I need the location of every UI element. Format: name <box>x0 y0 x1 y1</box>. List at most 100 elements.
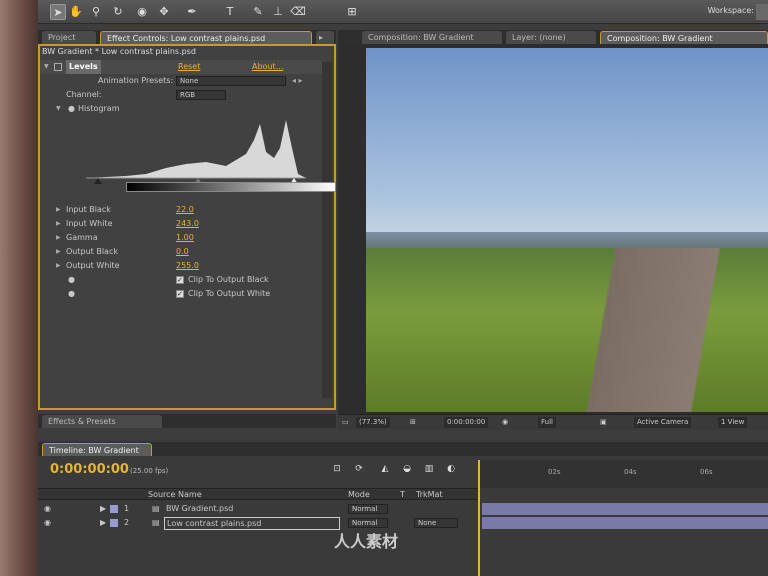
grid-icon[interactable]: ▭ <box>342 417 349 428</box>
pen-tool-icon[interactable]: ✒ <box>184 4 200 20</box>
col-t[interactable]: T <box>400 489 405 501</box>
fx-toggle[interactable] <box>54 63 62 71</box>
composition-tabs: Composition: BW Gradient Layer: (none) C… <box>338 30 768 44</box>
brush-tool-icon[interactable]: ✎ <box>250 4 266 20</box>
histogram-shape <box>86 120 306 178</box>
text-tool-icon[interactable]: T <box>222 4 238 20</box>
tab-layer[interactable]: Layer: (none) <box>506 31 596 44</box>
timeline-layer-row[interactable]: ◉ ▶ 2 ▤ Low contrast plains.psd Normal N… <box>38 516 478 530</box>
layer-duration-bar[interactable] <box>482 517 768 529</box>
after-effects-window: ➤ ✋ ⚲ ↻ ◉ ✥ ✒ T ✎ ⊥ ⌫ ⊞ Workspace: Proje… <box>38 0 768 576</box>
layer-name[interactable]: BW Gradient.psd <box>166 502 233 515</box>
draft-3d-icon[interactable]: ◭ <box>378 462 392 476</box>
live-update-icon[interactable]: ⟳ <box>352 462 366 476</box>
param-value[interactable]: 0.0 <box>176 245 189 259</box>
expand-triangle-icon[interactable]: ▶ <box>56 245 61 259</box>
visibility-eye-icon[interactable]: ◉ <box>44 516 51 529</box>
expand-triangle-icon[interactable]: ▶ <box>56 217 61 231</box>
param-row-output-black[interactable]: ▶ Output Black 0.0 <box>38 245 320 259</box>
clip-white-checkbox[interactable]: ✓ <box>176 290 184 298</box>
resolution-dropdown[interactable]: Full <box>538 417 556 428</box>
param-label: Output White <box>66 261 120 270</box>
tab-composition[interactable]: Composition: BW Gradient <box>362 31 502 44</box>
clip-black-checkbox[interactable]: ✓ <box>176 276 184 284</box>
snapshot-icon[interactable]: ◉ <box>502 417 508 428</box>
visibility-eye-icon[interactable]: ◉ <box>44 502 51 515</box>
hide-shy-layers-icon[interactable]: ◒ <box>400 462 414 476</box>
layer-mode-dropdown[interactable]: Normal <box>348 504 388 514</box>
presets-nav-icon[interactable]: ◂ ▸ <box>292 74 303 88</box>
param-value[interactable]: 243.0 <box>176 217 199 231</box>
input-black-slider[interactable] <box>94 178 102 184</box>
layer-trkmat-dropdown[interactable]: None <box>414 518 458 528</box>
layer-file-icon: ▤ <box>152 518 160 527</box>
timeline-current-time[interactable]: 0:00:00:00 <box>50 462 129 477</box>
tab-composition-active[interactable]: Composition: BW Gradient <box>600 31 768 44</box>
channel-dropdown[interactable]: RGB <box>176 90 226 100</box>
axis-mode-icon[interactable]: ⊞ <box>344 4 360 20</box>
param-value[interactable]: 22.0 <box>176 203 194 217</box>
expand-triangle-icon[interactable]: ▶ <box>56 203 61 217</box>
label-color-swatch[interactable] <box>110 519 118 527</box>
time-ruler[interactable]: 02s 04s 06s <box>478 460 768 488</box>
col-mode[interactable]: Mode <box>348 489 370 501</box>
layer-duration-bar[interactable] <box>482 503 768 515</box>
pan-behind-tool-icon[interactable]: ✥ <box>156 4 172 20</box>
camera-tool-icon[interactable]: ◉ <box>134 4 150 20</box>
region-icon[interactable]: ▣ <box>600 417 607 428</box>
label-color-swatch[interactable] <box>110 505 118 513</box>
clip-white-label: Clip To Output White <box>188 289 271 298</box>
workspace-dropdown[interactable] <box>756 4 768 20</box>
tab-effects-presets[interactable]: Effects & Presets <box>42 415 162 428</box>
ruler-tick: 06s <box>700 468 713 476</box>
expand-triangle-icon[interactable]: ▶ <box>56 259 61 273</box>
tab-timeline[interactable]: Timeline: BW Gradient <box>42 443 152 456</box>
zoom-dropdown[interactable]: (77.3%) <box>356 417 390 428</box>
effect-controls-scrollbar[interactable] <box>322 62 332 398</box>
param-value[interactable]: 1.00 <box>176 231 194 245</box>
selection-tool-icon[interactable]: ➤ <box>50 4 66 20</box>
presets-dropdown[interactable]: None <box>176 76 286 86</box>
param-row-gamma[interactable]: ▶ Gamma 1.00 <box>38 231 320 245</box>
view-layout-dropdown[interactable]: 1 View <box>718 417 748 428</box>
stopwatch-icon: ● <box>68 275 75 284</box>
expand-triangle-icon[interactable]: ▶ <box>100 516 106 529</box>
tab-project[interactable]: Project <box>42 31 96 44</box>
col-source-name[interactable]: Source Name <box>148 489 202 501</box>
eraser-tool-icon[interactable]: ⌫ <box>290 4 306 20</box>
expand-triangle-icon[interactable]: ▶ <box>56 231 61 245</box>
about-link[interactable]: About... <box>252 60 283 74</box>
hand-tool-icon[interactable]: ✋ <box>68 4 84 20</box>
param-label: Output Black <box>66 247 118 256</box>
tab-effect-controls[interactable]: Effect Controls: Low contrast plains.psd <box>100 31 312 44</box>
zoom-tool-icon[interactable]: ⚲ <box>88 4 104 20</box>
expand-triangle-icon[interactable]: ▼ <box>44 60 49 74</box>
param-row-output-white[interactable]: ▶ Output White 255.0 <box>38 259 320 273</box>
output-gradient-bar[interactable] <box>126 182 336 192</box>
composition-viewer[interactable] <box>366 48 768 412</box>
panel-menu-icon[interactable]: ▸ <box>316 31 334 44</box>
rotate-tool-icon[interactable]: ↻ <box>110 4 126 20</box>
clone-stamp-tool-icon[interactable]: ⊥ <box>270 4 286 20</box>
current-time-field[interactable]: 0:00:00:00 <box>444 417 489 428</box>
layer-name-selected[interactable]: Low contrast plains.psd <box>164 517 340 530</box>
expand-triangle-icon[interactable]: ▶ <box>100 502 106 515</box>
comp-mini-flowchart-icon[interactable]: ⊡ <box>330 462 344 476</box>
layer-mode-dropdown[interactable]: Normal <box>348 518 388 528</box>
motion-blur-icon[interactable]: ◐ <box>444 462 458 476</box>
safe-zones-icon[interactable]: ⊞ <box>410 417 416 428</box>
clip-black-label: Clip To Output Black <box>188 275 269 284</box>
frame-blending-icon[interactable]: ▥ <box>422 462 436 476</box>
param-row-input-black[interactable]: ▶ Input Black 22.0 <box>38 203 320 217</box>
layer-number: 1 <box>124 504 130 513</box>
param-value[interactable]: 255.0 <box>176 259 199 273</box>
camera-dropdown[interactable]: Active Camera <box>634 417 692 428</box>
composition-panel <box>338 44 768 414</box>
timeline-layer-row[interactable]: ◉ ▶ 1 ▤ BW Gradient.psd Normal <box>38 502 478 515</box>
effect-row-levels[interactable]: ▼ Levels Reset About... <box>40 60 322 74</box>
reset-link[interactable]: Reset <box>178 60 200 74</box>
col-trkmat[interactable]: TrkMat <box>416 489 443 501</box>
param-row-input-white[interactable]: ▶ Input White 243.0 <box>38 217 320 231</box>
expand-triangle-icon[interactable]: ▼ <box>56 102 61 116</box>
current-time-indicator[interactable] <box>478 460 480 576</box>
